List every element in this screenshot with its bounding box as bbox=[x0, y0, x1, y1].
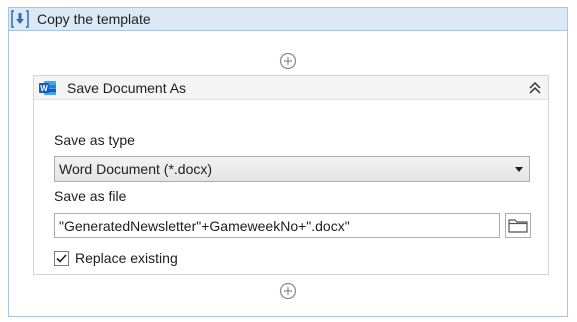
svg-text:W: W bbox=[40, 84, 48, 93]
add-activity-icon[interactable] bbox=[279, 282, 297, 300]
checkmark-icon bbox=[56, 253, 67, 263]
replace-existing-row[interactable]: Replace existing bbox=[54, 250, 178, 266]
activity-header[interactable]: W Save Document As bbox=[34, 76, 548, 100]
folder-icon bbox=[508, 219, 528, 233]
save-as-type-dropdown[interactable]: Word Document (*.docx) bbox=[54, 156, 530, 182]
activity-title: Save Document As bbox=[67, 79, 187, 96]
add-activity-icon[interactable] bbox=[279, 52, 297, 70]
save-as-file-input[interactable] bbox=[54, 213, 500, 238]
save-document-as-activity[interactable]: W Save Document As Save as type Word Doc… bbox=[33, 75, 549, 275]
browse-folder-button[interactable] bbox=[505, 213, 531, 238]
save-as-file-label: Save as file bbox=[54, 188, 127, 204]
sequence-title: Copy the template bbox=[37, 11, 151, 27]
save-as-type-value: Word Document (*.docx) bbox=[59, 161, 213, 177]
chevron-down-icon bbox=[515, 167, 523, 172]
replace-existing-checkbox[interactable] bbox=[54, 250, 69, 266]
collapse-chevron-icon[interactable] bbox=[528, 80, 542, 96]
sequence-container: Copy the template W Save Document As Sav… bbox=[8, 7, 568, 317]
word-icon: W bbox=[39, 80, 56, 95]
sequence-download-icon bbox=[11, 10, 29, 28]
sequence-header[interactable]: Copy the template bbox=[9, 8, 567, 31]
replace-existing-label: Replace existing bbox=[75, 250, 178, 266]
save-as-type-label: Save as type bbox=[54, 132, 135, 148]
